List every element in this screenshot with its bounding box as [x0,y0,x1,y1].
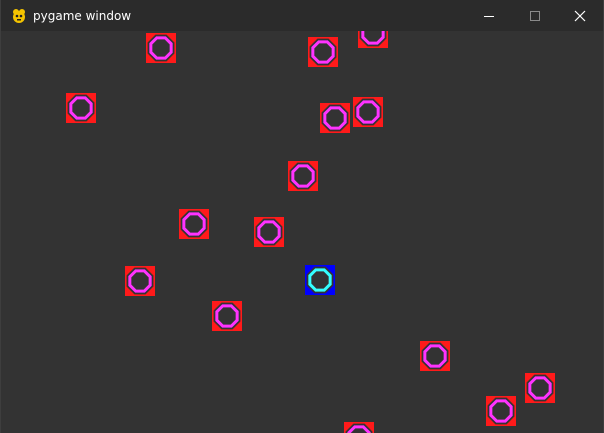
enemy-sprite [486,396,516,426]
window-title: pygame window [33,9,132,23]
enemy-sprite [212,301,242,331]
enemy-sprite [125,266,155,296]
enemy-sprite [353,97,383,127]
enemy-sprite [288,161,318,191]
enemy-sprite [344,422,374,433]
game-scene [66,31,555,433]
title-bar[interactable]: pygame window [1,0,603,31]
close-icon [574,10,586,22]
pygame-snake-icon [11,8,27,24]
enemy-sprite [525,373,555,403]
enemy-sprite [320,103,350,133]
pygame-window: pygame window [0,0,604,433]
enemy-sprite [420,341,450,371]
close-button[interactable] [557,0,603,31]
enemy-sprite [358,31,388,48]
enemy-sprite [146,33,176,63]
enemy-sprite [308,37,338,67]
enemy-sprite [254,217,284,247]
player-sprite [305,265,335,295]
maximize-icon [530,10,540,21]
enemy-sprite [66,93,96,123]
maximize-button[interactable] [512,0,558,31]
minimize-button[interactable] [466,0,512,31]
minimize-icon [484,11,494,21]
enemy-sprite [179,209,209,239]
game-canvas[interactable] [1,31,603,433]
